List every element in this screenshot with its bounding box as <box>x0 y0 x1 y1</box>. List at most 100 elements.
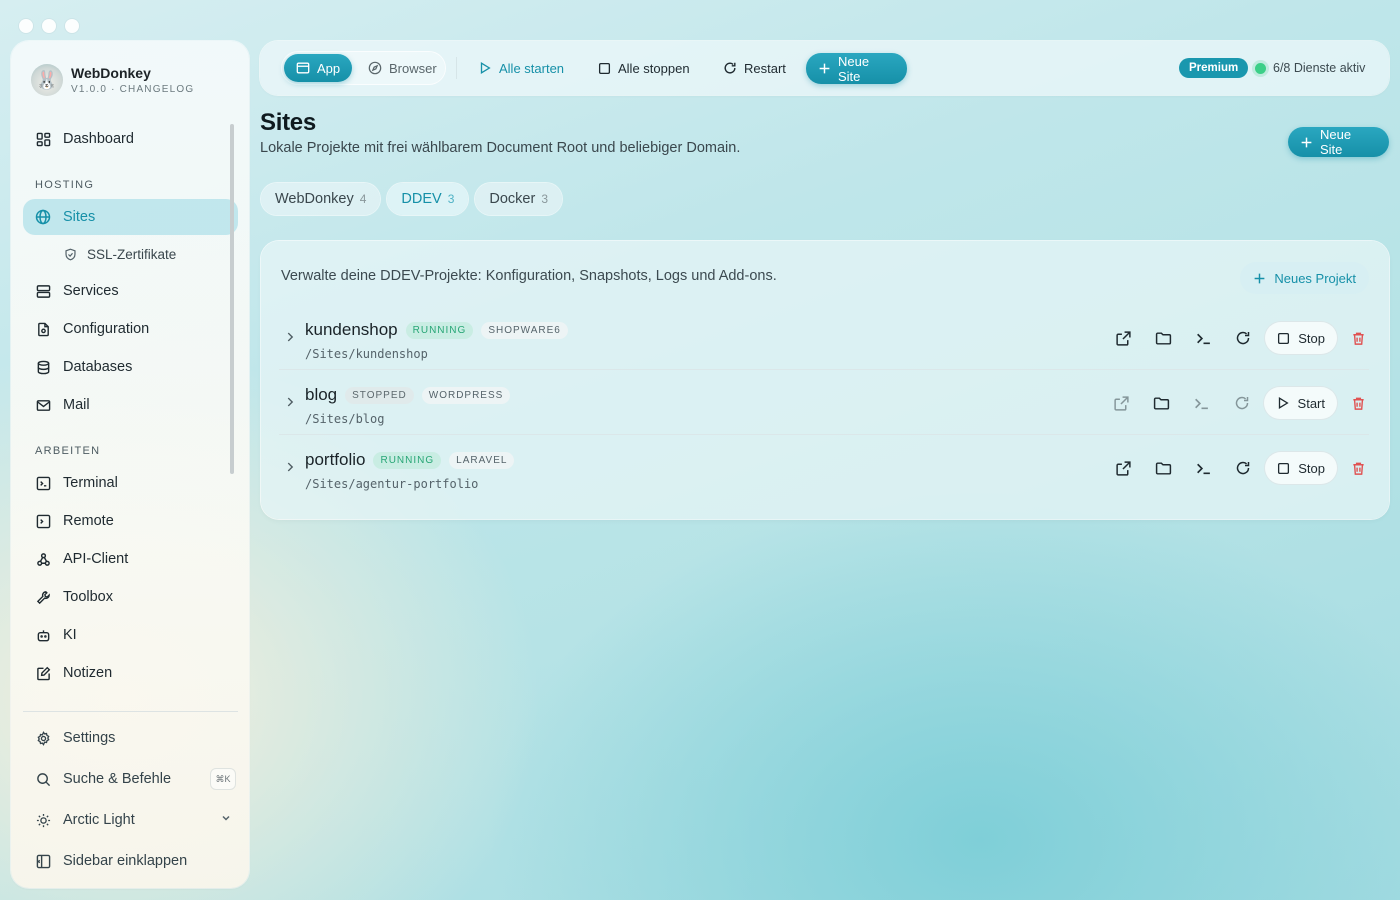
trash-icon[interactable] <box>1347 321 1369 355</box>
sidebar-item-ssl[interactable]: SSL-Zertifikate <box>23 237 238 271</box>
sidebar-item-terminal[interactable]: Terminal <box>23 465 238 501</box>
external-link-icon[interactable] <box>1103 321 1143 355</box>
new-site-toolbar-button[interactable]: Neue Site <box>806 53 907 84</box>
project-name[interactable]: blog <box>305 385 337 405</box>
new-site-label: Neue Site <box>1320 127 1352 157</box>
restart-button[interactable]: Restart <box>711 53 798 83</box>
file-cog-icon <box>35 321 51 337</box>
dashboard-icon <box>35 131 51 147</box>
sidebar-item-ki[interactable]: KI <box>23 617 238 653</box>
status-badge: RUNNING <box>405 321 474 339</box>
new-project-button[interactable]: Neues Projekt <box>1240 262 1369 294</box>
project-path: /Sites/blog <box>305 412 385 426</box>
terminal-prompt-icon[interactable] <box>1183 321 1223 355</box>
refresh-icon <box>724 62 736 74</box>
refresh-icon[interactable] <box>1223 451 1263 485</box>
sidebar-item-notizen[interactable]: Notizen <box>23 655 238 691</box>
close-window-button[interactable] <box>19 19 33 33</box>
chevron-right-icon[interactable] <box>283 330 297 349</box>
status-badge: STOPPED <box>345 386 414 404</box>
new-site-button[interactable]: Neue Site <box>1288 127 1389 157</box>
plus-icon <box>819 63 830 74</box>
refresh-icon[interactable] <box>1222 386 1262 420</box>
sidebar-item-services[interactable]: Services <box>23 273 238 309</box>
brand[interactable]: 🐰 WebDonkey V1.0.0 · CHANGELOG <box>31 64 194 96</box>
plus-icon <box>1301 137 1312 147</box>
folder-icon[interactable] <box>1142 386 1182 420</box>
project-row[interactable]: kundenshop RUNNING SHOPWARE6 /Sites/kund… <box>279 306 1369 370</box>
sidebar-item-configuration[interactable]: Configuration <box>23 311 238 347</box>
trash-icon[interactable] <box>1347 386 1369 420</box>
stop-label: Stop <box>1298 460 1325 476</box>
database-icon <box>35 359 51 375</box>
folder-icon[interactable] <box>1143 451 1183 485</box>
trash-icon[interactable] <box>1347 451 1369 485</box>
sidebar-item-settings[interactable]: Settings <box>23 720 238 756</box>
stop-button[interactable]: Stop <box>1265 452 1337 484</box>
tab-label: WebDonkey <box>275 191 354 207</box>
sidebar-item-mail[interactable]: Mail <box>23 387 238 423</box>
theme-selector[interactable]: Arctic Light <box>23 802 238 838</box>
tab-ddev[interactable]: DDEV 3 <box>387 183 469 215</box>
remote-terminal-icon <box>35 513 51 529</box>
sidebar-item-label: SSL-Zertifikate <box>87 246 177 262</box>
stop-button[interactable]: Stop <box>1265 322 1337 354</box>
chevron-right-icon[interactable] <box>283 395 297 414</box>
folder-icon[interactable] <box>1143 321 1183 355</box>
server-icon <box>35 283 51 299</box>
sidebar-item-label: Mail <box>63 397 90 413</box>
sidebar-item-label: Suche & Befehle <box>63 771 172 787</box>
sidebar-item-toolbox[interactable]: Toolbox <box>23 579 238 615</box>
terminal-prompt-icon[interactable] <box>1183 451 1223 485</box>
premium-badge[interactable]: Premium <box>1179 58 1249 78</box>
start-all-button[interactable]: Alle starten <box>466 53 576 83</box>
sidebar-scrollbar[interactable] <box>230 124 234 474</box>
refresh-icon[interactable] <box>1223 321 1263 355</box>
external-link-icon[interactable] <box>1102 386 1142 420</box>
project-row[interactable]: portfolio RUNNING LARAVEL /Sites/agentur… <box>279 436 1369 500</box>
tab-webdonkey[interactable]: WebDonkey 4 <box>261 183 381 215</box>
stop-square-icon <box>1278 332 1290 344</box>
project-name[interactable]: portfolio <box>305 450 365 470</box>
stop-all-button[interactable]: Alle stoppen <box>586 53 702 83</box>
framework-badge: WORDPRESS <box>421 386 511 404</box>
section-hosting: HOSTING <box>35 179 95 191</box>
status-indicator-dot <box>1255 63 1266 74</box>
play-icon <box>480 62 491 74</box>
window-icon <box>296 62 310 74</box>
terminal-prompt-icon[interactable] <box>1182 386 1222 420</box>
start-button[interactable]: Start <box>1263 387 1337 419</box>
view-browser-button[interactable]: Browser <box>356 53 449 83</box>
toolbar-divider <box>456 57 457 79</box>
sidebar-item-label: Settings <box>63 730 116 746</box>
sidebar-item-sites[interactable]: Sites <box>23 199 238 235</box>
sidebar-item-dashboard[interactable]: Dashboard <box>23 121 238 157</box>
sidebar-item-databases[interactable]: Databases <box>23 349 238 385</box>
sidebar-item-search[interactable]: Suche & Befehle ⌘K <box>23 761 238 797</box>
external-link-icon[interactable] <box>1103 451 1143 485</box>
tab-docker[interactable]: Docker 3 <box>475 183 563 215</box>
sidebar-item-api-client[interactable]: API-Client <box>23 541 238 577</box>
page-subtitle: Lokale Projekte mit frei wählbarem Docum… <box>260 140 741 156</box>
sidebar-item-remote[interactable]: Remote <box>23 503 238 539</box>
framework-badge: LARAVEL <box>449 451 515 469</box>
sidebar-item-collapse[interactable]: Sidebar einklappen <box>23 843 238 879</box>
plus-icon <box>1254 273 1265 283</box>
panel-description: Verwalte deine DDEV-Projekte: Konfigurat… <box>281 268 777 284</box>
sidebar-item-label: Sites <box>63 209 96 225</box>
mail-icon <box>35 397 51 413</box>
minimize-window-button[interactable] <box>42 19 56 33</box>
project-name[interactable]: kundenshop <box>305 320 398 340</box>
row-actions: Stop <box>1103 451 1369 485</box>
compass-icon <box>368 61 382 75</box>
services-status[interactable]: 6/8 Dienste aktiv <box>1273 61 1365 75</box>
provider-tabs: WebDonkey 4 DDEV 3 Docker 3 <box>261 183 563 215</box>
chevron-right-icon[interactable] <box>283 460 297 479</box>
app-version-changelog[interactable]: V1.0.0 · CHANGELOG <box>71 84 194 95</box>
sidebar-item-label: Terminal <box>63 475 118 491</box>
start-all-label: Alle starten <box>499 60 565 76</box>
project-row[interactable]: blog STOPPED WORDPRESS /Sites/blog Start <box>279 371 1369 435</box>
sidebar-item-label: Remote <box>63 513 114 529</box>
maximize-window-button[interactable] <box>65 19 79 33</box>
view-app-button[interactable]: App <box>284 54 353 82</box>
